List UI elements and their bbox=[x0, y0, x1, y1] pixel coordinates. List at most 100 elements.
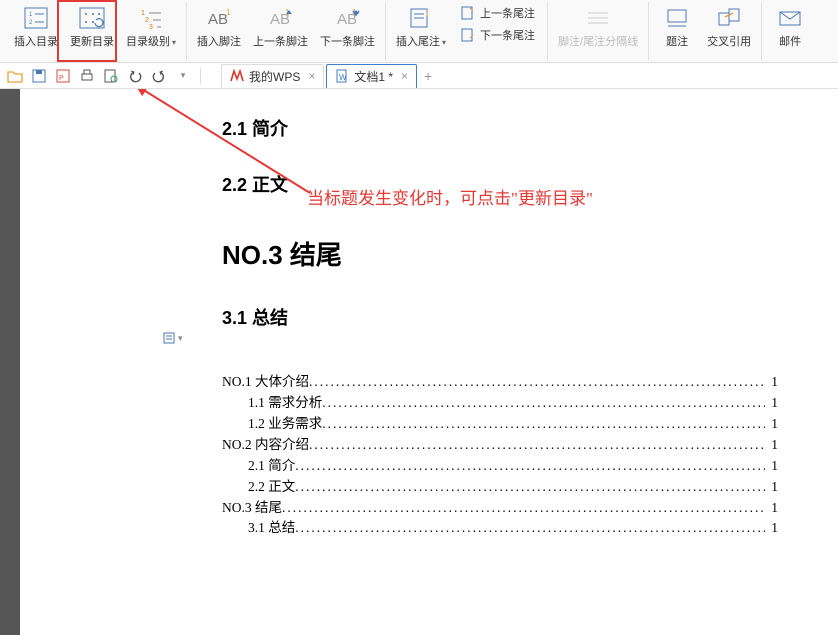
prev-endnote-label: 上一条尾注 bbox=[480, 5, 535, 21]
prev-footnote-label: 上一条脚注 bbox=[253, 33, 308, 49]
wps-logo-icon bbox=[230, 69, 244, 83]
toc-group: 12 插入目录 更新目录 123 目录级别▾ bbox=[4, 2, 187, 60]
qa-dropdown-icon[interactable]: ▾ bbox=[174, 67, 192, 85]
undo-icon[interactable] bbox=[126, 67, 144, 85]
svg-text:1: 1 bbox=[141, 10, 145, 17]
prev-endnote-icon bbox=[460, 5, 476, 21]
insert-footnote-label: 插入脚注 bbox=[197, 33, 241, 49]
separator-icon bbox=[586, 5, 610, 31]
toc-leader bbox=[282, 498, 765, 519]
toc-page: 1 bbox=[765, 393, 778, 414]
next-endnote-button[interactable]: 下一条尾注 bbox=[456, 24, 539, 46]
toc-leader bbox=[322, 414, 765, 435]
caption-label: 题注 bbox=[666, 33, 688, 49]
export-pdf-icon[interactable]: P bbox=[54, 67, 72, 85]
update-toc-icon bbox=[79, 5, 105, 31]
next-footnote-button[interactable]: AB1 下一条脚注 bbox=[314, 2, 381, 51]
toc-page: 1 bbox=[765, 456, 778, 477]
heading-3-1: 3.1 总结 bbox=[222, 304, 778, 330]
print-preview-icon[interactable] bbox=[102, 67, 120, 85]
next-endnote-icon bbox=[460, 27, 476, 43]
toc-title: 1.1 需求分析 bbox=[222, 393, 322, 414]
print-icon[interactable] bbox=[78, 67, 96, 85]
caption-icon bbox=[665, 5, 689, 31]
document-area[interactable]: ▾ 2.1 简介 2.2 正文 NO.3 结尾 3.1 总结 NO.1 大体介绍… bbox=[20, 89, 838, 635]
cross-ref-button[interactable]: 交叉引用 bbox=[701, 2, 757, 51]
insert-endnote-button[interactable]: i 插入尾注▾ bbox=[390, 2, 452, 51]
toc-row[interactable]: 2.2 正文 1 bbox=[222, 477, 778, 498]
toc-leader bbox=[295, 477, 765, 498]
svg-text:AB: AB bbox=[208, 11, 228, 28]
left-strip bbox=[0, 89, 20, 635]
add-tab-button[interactable]: + bbox=[419, 68, 437, 84]
open-icon[interactable] bbox=[6, 67, 24, 85]
wps-home-tab[interactable]: 我的WPS × bbox=[221, 64, 324, 88]
paragraph-handle-icon[interactable]: ▾ bbox=[162, 331, 183, 345]
svg-text:i: i bbox=[426, 9, 428, 18]
toc-row[interactable]: NO.3 结尾1 bbox=[222, 498, 778, 519]
next-footnote-icon: AB1 bbox=[335, 5, 361, 31]
toc-row[interactable]: NO.2 内容介绍1 bbox=[222, 435, 778, 456]
toc-level-icon: 123 bbox=[139, 5, 163, 31]
toc-title: 2.1 简介 bbox=[222, 456, 295, 477]
insert-toc-button[interactable]: 12 插入目录 bbox=[8, 2, 64, 51]
mail-label: 邮件 bbox=[779, 33, 801, 49]
doc1-tab[interactable]: W 文档1 * × bbox=[326, 64, 417, 88]
insert-toc-label: 插入目录 bbox=[14, 33, 58, 49]
insert-footnote-button[interactable]: AB1 插入脚注 bbox=[191, 2, 247, 51]
toc-level-button[interactable]: 123 目录级别▾ bbox=[120, 2, 182, 51]
cross-ref-icon bbox=[717, 5, 741, 31]
toc-leader bbox=[309, 372, 765, 393]
mail-group: 邮件 bbox=[762, 2, 818, 60]
toc-row[interactable]: 1.1 需求分析 1 bbox=[222, 393, 778, 414]
next-footnote-label: 下一条脚注 bbox=[320, 33, 375, 49]
cross-ref-label: 交叉引用 bbox=[707, 33, 751, 49]
svg-text:1: 1 bbox=[29, 12, 33, 18]
toc-leader bbox=[309, 435, 765, 456]
separator-button[interactable]: 脚注/尾注分隔线 bbox=[552, 2, 644, 51]
mail-icon bbox=[778, 5, 802, 31]
heading-2-1: 2.1 简介 bbox=[222, 115, 778, 141]
insert-endnote-icon: i bbox=[409, 5, 433, 31]
endnote-nav: 上一条尾注 下一条尾注 bbox=[452, 2, 543, 46]
toc-page: 1 bbox=[765, 435, 778, 456]
doc1-tab-label: 文档1 * bbox=[354, 68, 393, 85]
caption-group: 题注 交叉引用 bbox=[649, 2, 762, 60]
close-tab-icon[interactable]: × bbox=[308, 69, 315, 83]
toc-row[interactable]: 2.1 简介 1 bbox=[222, 456, 778, 477]
toc-title: NO.3 结尾 bbox=[222, 498, 282, 519]
toc-leader bbox=[322, 393, 765, 414]
page-gutter: ▾ bbox=[20, 89, 190, 635]
separator-group: 脚注/尾注分隔线 bbox=[548, 2, 649, 60]
heading-no3: NO.3 结尾 bbox=[222, 235, 778, 272]
insert-toc-icon: 12 bbox=[24, 5, 48, 31]
toc-page: 1 bbox=[765, 477, 778, 498]
redo-icon[interactable] bbox=[150, 67, 168, 85]
footnote-group: AB1 插入脚注 AB1 上一条脚注 AB1 下一条脚注 bbox=[187, 2, 386, 60]
toc-row[interactable]: 1.2 业务需求1 bbox=[222, 414, 778, 435]
toc-title: 3.1 总结 bbox=[222, 518, 295, 539]
qa-separator bbox=[200, 68, 201, 84]
svg-text:1: 1 bbox=[226, 8, 231, 17]
update-toc-label: 更新目录 bbox=[70, 33, 114, 49]
ribbon-toolbar: 12 插入目录 更新目录 123 目录级别▾ AB1 插入脚注 AB1 bbox=[0, 0, 838, 63]
toc-row[interactable]: NO.1 大体介绍1 bbox=[222, 372, 778, 393]
caption-button[interactable]: 题注 bbox=[653, 2, 701, 51]
close-tab-icon[interactable]: × bbox=[401, 69, 408, 83]
save-icon[interactable] bbox=[30, 67, 48, 85]
toc-level-label: 目录级别▾ bbox=[126, 33, 176, 49]
update-toc-button[interactable]: 更新目录 bbox=[64, 2, 120, 51]
mail-button[interactable]: 邮件 bbox=[766, 2, 814, 51]
quick-access-bar: P ▾ 我的WPS × W 文档1 * × + bbox=[0, 63, 838, 89]
wps-home-tab-label: 我的WPS bbox=[249, 68, 300, 85]
svg-text:W: W bbox=[339, 73, 347, 82]
svg-text:P: P bbox=[59, 75, 64, 82]
prev-footnote-button[interactable]: AB1 上一条脚注 bbox=[247, 2, 314, 51]
svg-text:2: 2 bbox=[145, 17, 149, 24]
prev-endnote-button[interactable]: 上一条尾注 bbox=[456, 2, 539, 24]
endnote-group: i 插入尾注▾ 上一条尾注 下一条尾注 bbox=[386, 2, 548, 60]
separator-label: 脚注/尾注分隔线 bbox=[558, 33, 638, 49]
toc-page: 1 bbox=[765, 372, 778, 393]
toc-title: 2.2 正文 bbox=[222, 477, 295, 498]
toc-row[interactable]: 3.1 总结1 bbox=[222, 518, 778, 539]
